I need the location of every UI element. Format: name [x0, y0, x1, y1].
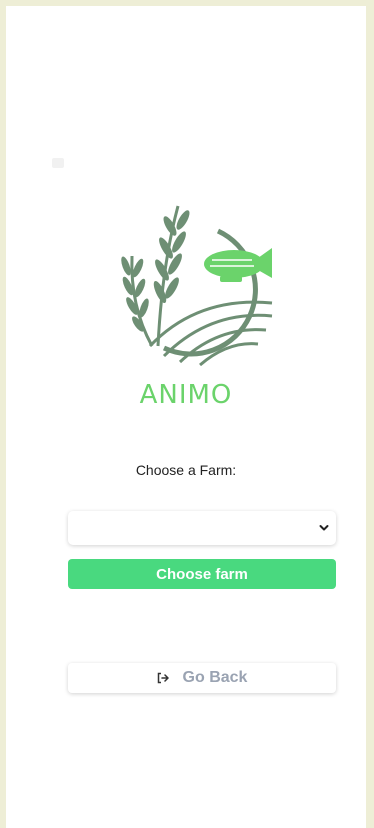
- choose-farm-button[interactable]: Choose farm: [68, 559, 336, 589]
- app-screen: ANIMO Choose a Farm: Choose farm Go Back: [6, 6, 366, 828]
- chevron-down-icon: [319, 525, 329, 531]
- go-back-label: Go Back: [182, 669, 248, 686]
- animo-logo: [106, 196, 286, 376]
- placeholder-square: [52, 158, 64, 168]
- go-back-button[interactable]: Go Back: [68, 663, 336, 693]
- choose-farm-label: Choose a Farm:: [135, 462, 237, 478]
- farm-select[interactable]: [68, 511, 336, 545]
- sign-out-icon: [157, 672, 169, 684]
- brand-name: ANIMO: [139, 380, 233, 410]
